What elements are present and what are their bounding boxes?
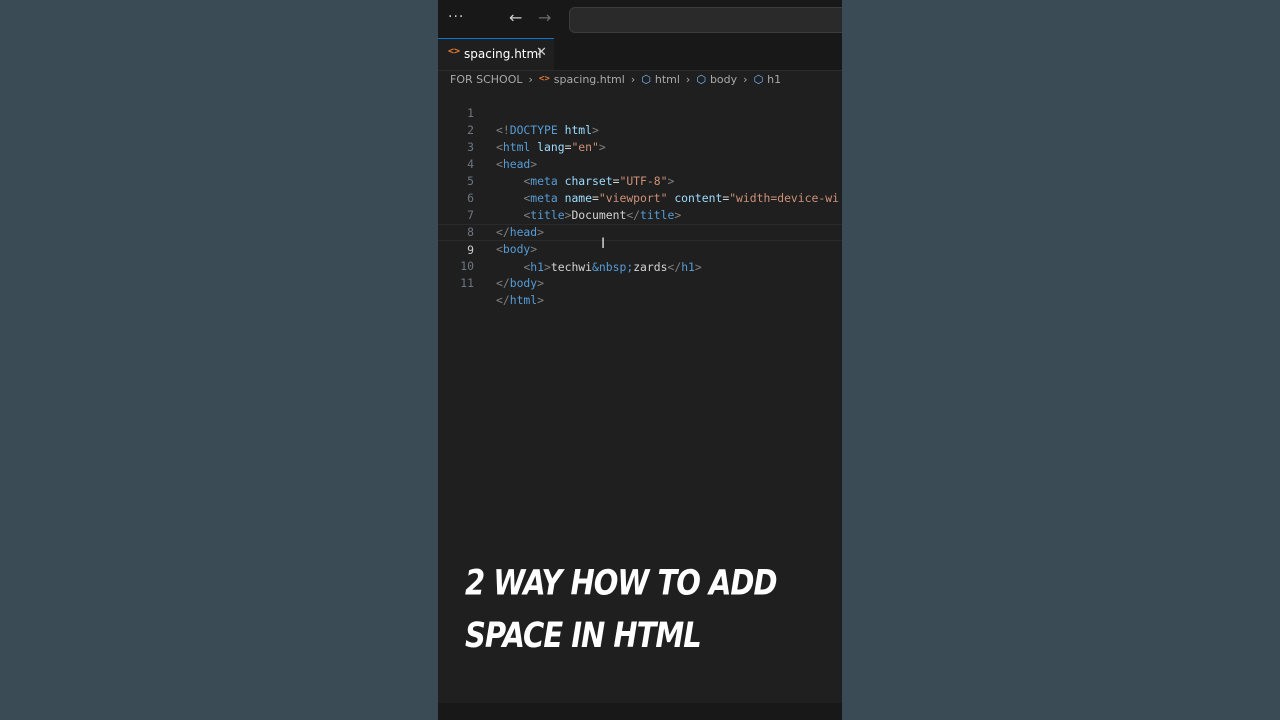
code-line[interactable]: 10 </body> [438,241,842,290]
code-line[interactable]: 6 <title>Document</title> [438,173,842,222]
symbol-element-icon: ⬡ [696,72,706,86]
bottom-strip [438,703,842,720]
code-line[interactable]: 4 <meta charset="UTF-8"> [438,139,842,188]
arrow-right-icon[interactable]: → [538,8,551,27]
symbol-element-icon: ⬡ [641,72,651,86]
caption-line-1: 2 WAY HOW TO ADD [465,562,778,603]
code-line[interactable]: 5 <meta name="viewport" content="width=d… [438,156,842,205]
line-number: 11 [460,276,474,290]
tab-spacing-html[interactable]: <> spacing.html ✕ [438,38,554,70]
line-code: </html> [496,293,545,307]
breadcrumb-item-folder[interactable]: FOR SCHOOL [450,73,523,86]
text-cursor-icon: I [601,236,606,252]
chevron-right-icon: › [743,72,748,86]
code-line[interactable]: 2 <html lang="en"> [438,105,842,154]
html-file-icon: <> [538,74,550,84]
breadcrumb: FOR SCHOOL › <> spacing.html › ⬡ html › … [450,72,781,86]
code-editor[interactable]: 1 <!DOCTYPE html> 2 <html lang="en"> 3 <… [438,88,842,307]
background: ··· ← → <> spacing.html ✕ FOR SCHOOL › <… [0,0,1280,720]
title-bar: ··· ← → [438,0,842,38]
chevron-right-icon: › [630,72,636,86]
breadcrumb-item-html[interactable]: html [655,73,680,86]
symbol-element-icon: ⬡ [753,72,764,86]
editor-tabs-bar: <> spacing.html ✕ [438,38,842,71]
code-line[interactable]: 8 <body> [438,207,842,256]
line-code: </body> [496,276,545,290]
code-line[interactable]: 1 <!DOCTYPE html> [438,88,842,137]
caption-line-2: SPACE IN HTML [465,614,702,656]
code-line[interactable]: 7 </head> [438,190,842,239]
arrow-left-icon[interactable]: ← [509,8,522,27]
breadcrumb-item-file[interactable]: spacing.html [554,73,625,86]
tab-label: spacing.html [464,47,542,61]
video-caption: 2 WAY HOW TO ADD SPACE IN HTML [465,556,825,662]
code-line[interactable]: 11 </html> [438,258,842,307]
chevron-right-icon: › [528,72,533,86]
more-menu-icon[interactable]: ··· [448,9,464,25]
command-center-search[interactable] [569,7,842,33]
html-file-icon: <> [448,46,461,57]
breadcrumb-item-body[interactable]: body [710,73,737,86]
breadcrumb-item-h1[interactable]: h1 [767,73,781,86]
video-frame: ··· ← → <> spacing.html ✕ FOR SCHOOL › <… [438,0,842,720]
close-icon[interactable]: ✕ [536,45,547,60]
code-line[interactable]: 3 <head> [438,122,842,171]
code-line-current[interactable]: 9 <h1>techwi&nbsp;zards</h1> [438,224,842,274]
chevron-right-icon: › [685,72,691,86]
